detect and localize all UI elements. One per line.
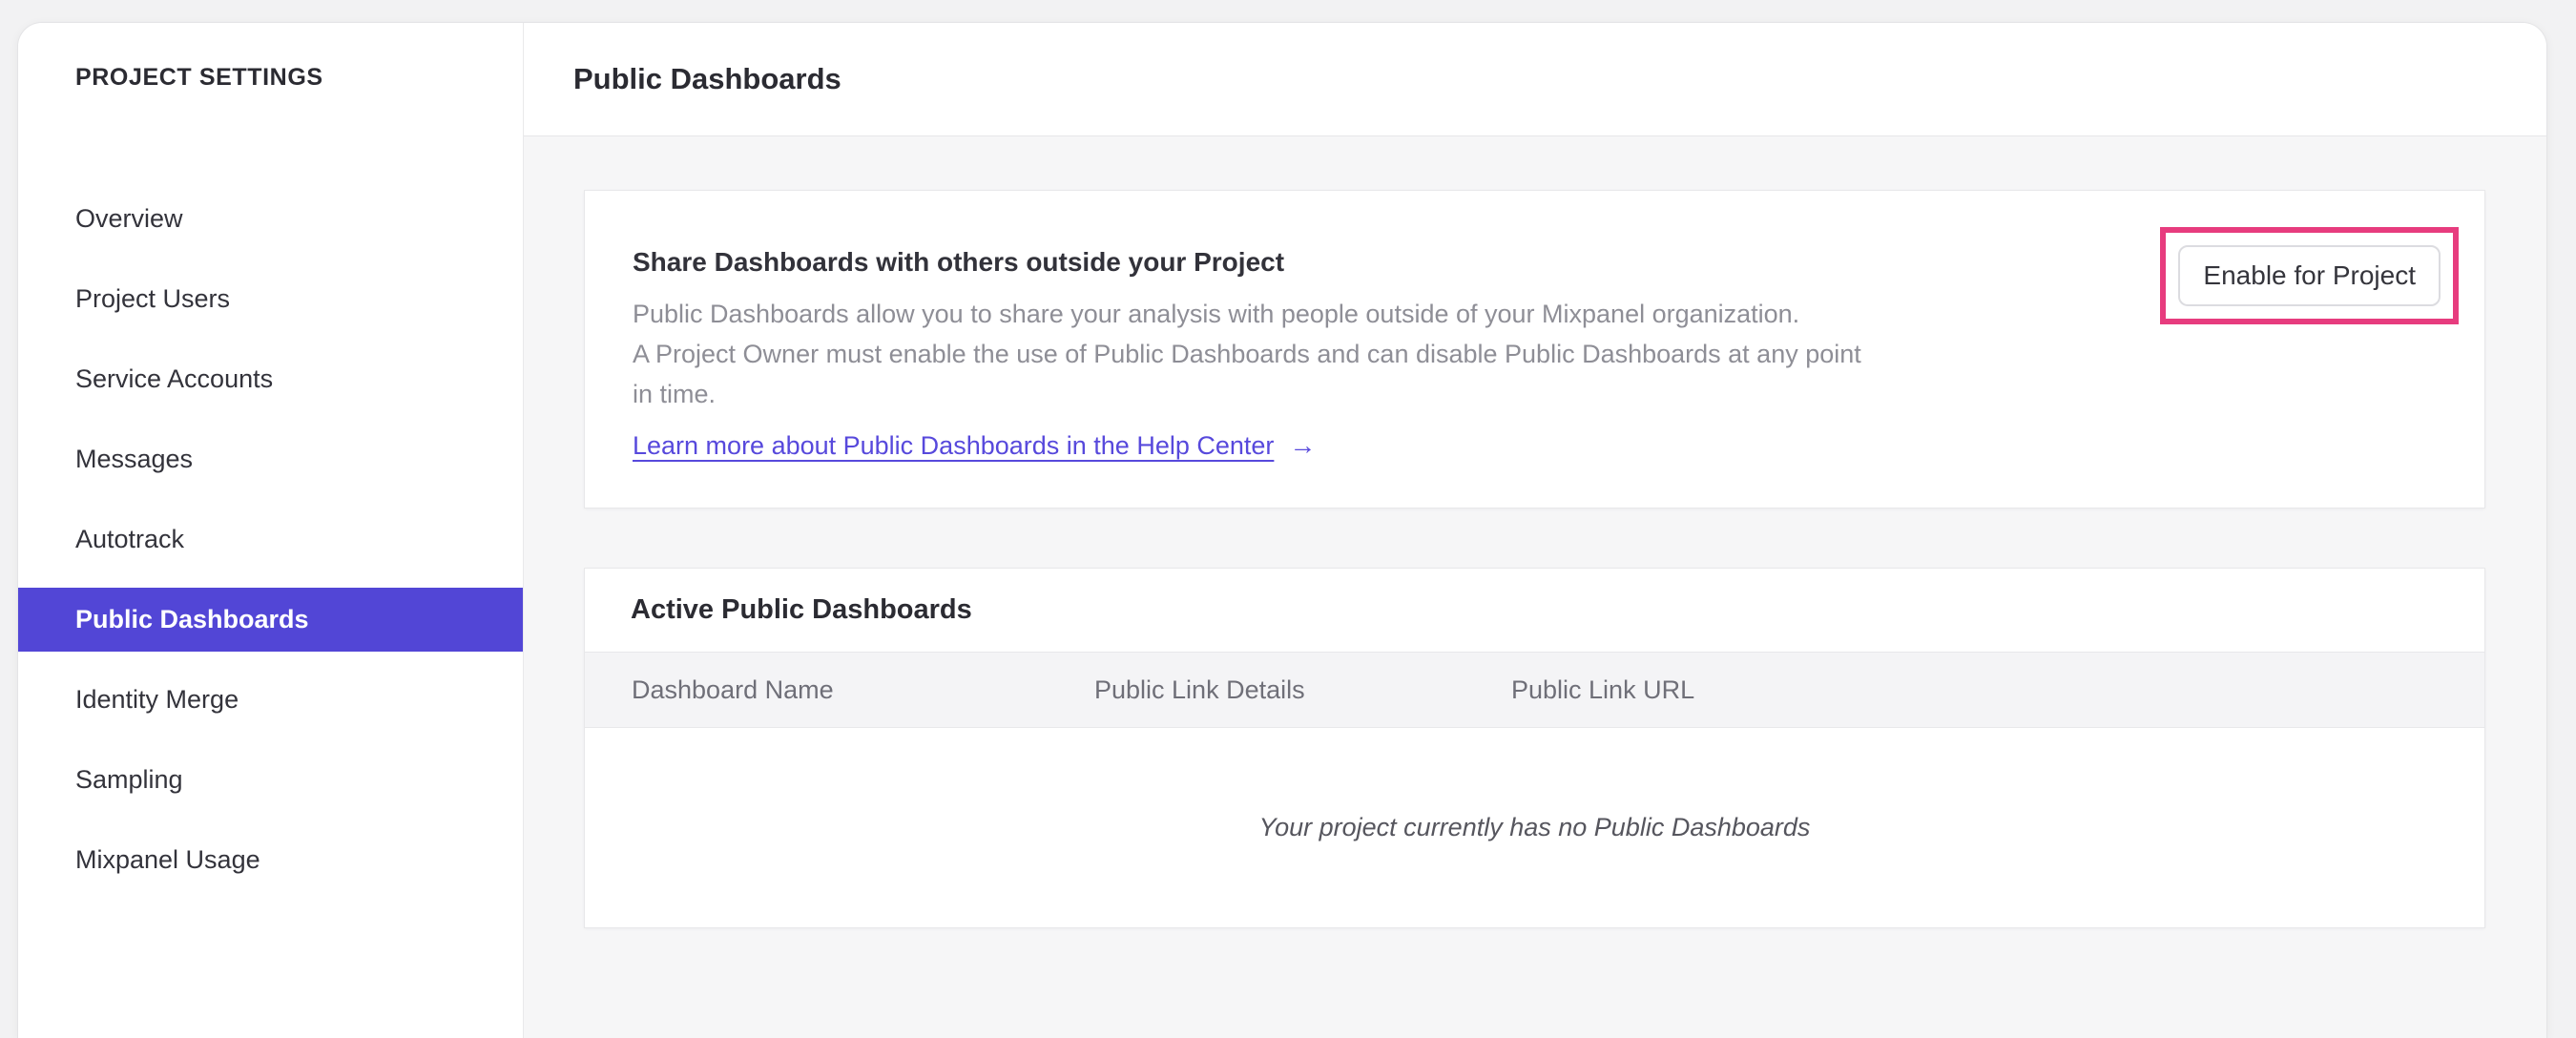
share-dashboards-card: Share Dashboards with others outside you…: [584, 190, 2485, 509]
settings-window: PROJECT SETTINGS Overview Project Users …: [17, 22, 2547, 1038]
help-center-link-row: Learn more about Public Dashboards in th…: [633, 429, 2484, 462]
page-title: Public Dashboards: [573, 62, 841, 95]
sidebar-item-messages[interactable]: Messages: [18, 427, 523, 491]
sidebar-item-overview[interactable]: Overview: [18, 187, 523, 251]
annotation-highlight-box: Enable for Project: [2160, 227, 2459, 324]
sidebar-item-identity-merge[interactable]: Identity Merge: [18, 668, 523, 732]
table-header-row: Dashboard Name Public Link Details Publi…: [585, 652, 2484, 728]
project-settings-sidebar: PROJECT SETTINGS Overview Project Users …: [18, 23, 524, 1038]
empty-state-text: Your project currently has no Public Das…: [1258, 813, 1811, 841]
help-center-link[interactable]: Learn more about Public Dashboards in th…: [633, 429, 1274, 462]
enable-for-project-button[interactable]: Enable for Project: [2178, 245, 2441, 306]
content-area: Share Dashboards with others outside you…: [524, 136, 2546, 928]
sidebar-title: PROJECT SETTINGS: [75, 64, 323, 91]
active-public-dashboards-card: Active Public Dashboards Dashboard Name …: [584, 568, 2485, 928]
sidebar-item-autotrack[interactable]: Autotrack: [18, 508, 523, 571]
arrow-right-icon: →: [1289, 430, 1317, 460]
active-dashboards-header: Active Public Dashboards: [585, 569, 2484, 652]
column-public-link-url: Public Link URL: [1511, 675, 1695, 704]
sidebar-item-sampling[interactable]: Sampling: [18, 748, 523, 812]
main-content: Public Dashboards Share Dashboards with …: [524, 23, 2546, 1038]
column-dashboard-name: Dashboard Name: [632, 675, 834, 704]
settings-nav: Overview Project Users Service Accounts …: [18, 187, 523, 892]
active-dashboards-heading: Active Public Dashboards: [631, 594, 972, 625]
page-header: Public Dashboards: [524, 23, 2546, 136]
sidebar-item-public-dashboards[interactable]: Public Dashboards: [18, 588, 523, 652]
sidebar-item-service-accounts[interactable]: Service Accounts: [18, 347, 523, 411]
sidebar-item-mixpanel-usage[interactable]: Mixpanel Usage: [18, 828, 523, 892]
column-public-link-details: Public Link Details: [1094, 675, 1305, 704]
sidebar-item-project-users[interactable]: Project Users: [18, 267, 523, 331]
